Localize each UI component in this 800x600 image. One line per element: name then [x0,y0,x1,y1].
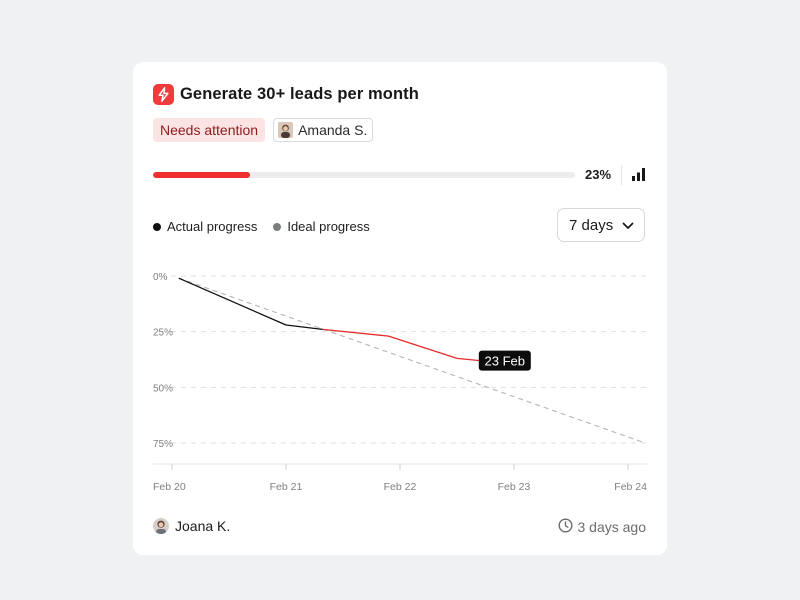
y-tick-label: 0% [153,272,168,283]
updated-text: 3 days ago [577,519,647,535]
tooltip-label: 23 Feb [485,354,525,369]
x-tick-label: Feb 20 [153,481,186,493]
x-tick-label: Feb 21 [270,481,303,493]
date-tooltip: 23 Feb [478,350,531,371]
projected-progress-line [322,328,480,362]
ideal-progress-line [178,277,646,444]
last-updated: 3 days ago [557,518,647,536]
avatar [153,518,169,534]
x-tick-label: Feb 22 [384,481,417,493]
clock-icon [557,518,573,536]
x-tick-label: Feb 24 [614,481,647,493]
y-tick-label: 50% [153,383,173,394]
y-tick-label: 75% [153,439,173,450]
owner-name: Joana K. [175,518,231,534]
burndown-chart: 0% 25% 50% 75% Feb 20 Feb 21 Feb 22 Feb 23 Feb 2… [153,272,647,493]
y-tick-label: 25% [153,328,173,339]
goal-card: Generate 30+ leads per month Needs atten… [133,62,667,555]
x-tick-label: Feb 23 [498,481,531,493]
owner[interactable]: Joana K. [153,518,230,534]
